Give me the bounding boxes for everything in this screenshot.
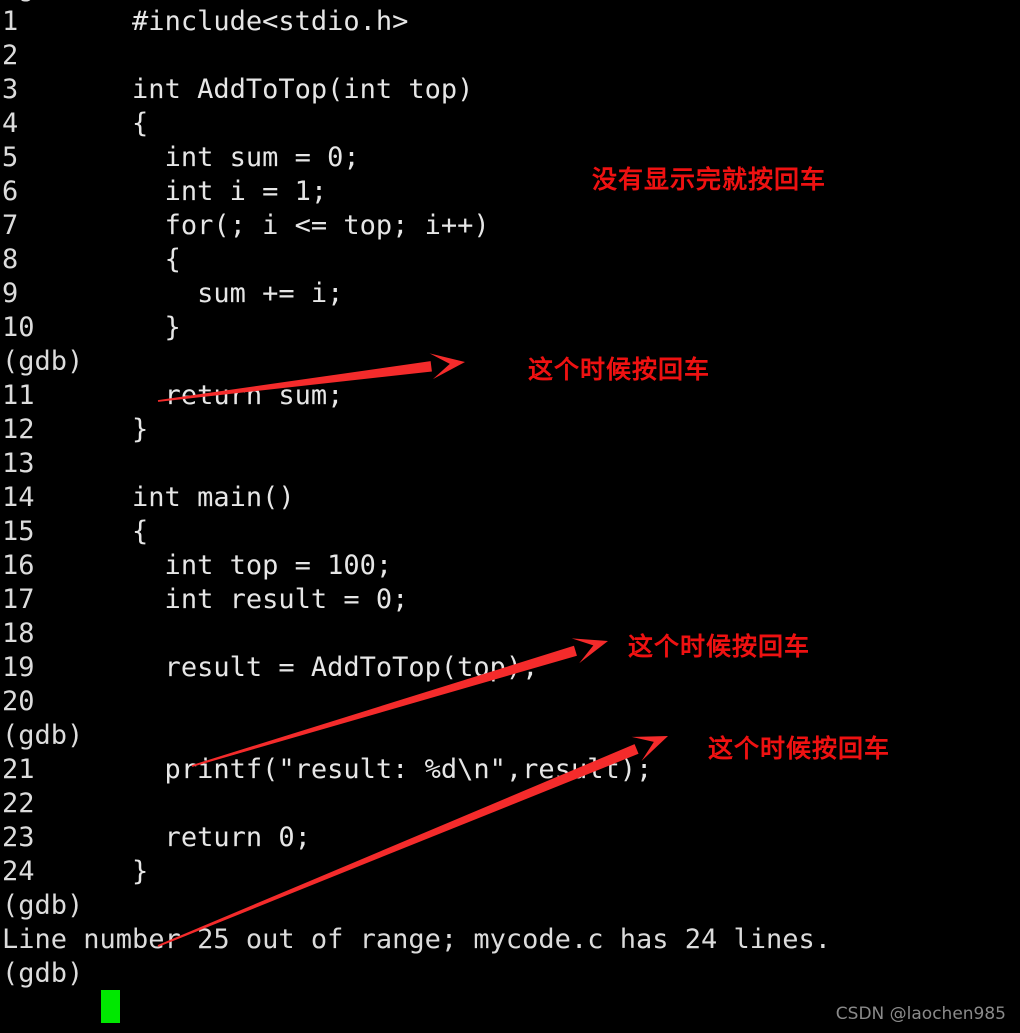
source-code-text: int main() — [34, 482, 295, 513]
source-code-text: sum += i; — [18, 278, 344, 309]
source-code-text: l 0 — [83, 0, 149, 3]
source-code-text: printf("result: %d\n",result); — [34, 754, 653, 785]
terminal-line: 15 { — [2, 515, 148, 549]
terminal-line: 3 int AddToTop(int top) — [2, 73, 473, 107]
line-number: (gdb) — [2, 346, 84, 377]
terminal-line: Line number 25 out of range; mycode.c ha… — [2, 923, 831, 957]
terminal-line: 12 } — [2, 413, 148, 447]
line-number: 2 — [2, 40, 19, 71]
terminal-line: (gdb) — [2, 889, 83, 923]
terminal-line: (gdb) — [2, 719, 83, 753]
terminal-line: 8 { — [2, 243, 181, 277]
line-number: 16 — [2, 550, 35, 581]
line-number: 22 — [2, 788, 35, 819]
terminal-output[interactable]: (gdb) l 01 #include<stdio.h>23 int AddTo… — [0, 0, 1020, 1033]
line-number: 23 — [2, 822, 35, 853]
terminal-line: 24 } — [2, 855, 148, 889]
terminal-cursor — [101, 990, 120, 1023]
line-number: 15 — [2, 516, 35, 547]
line-number: 10 — [2, 312, 35, 343]
line-number: 9 — [2, 278, 19, 309]
terminal-line: 17 int result = 0; — [2, 583, 408, 617]
line-number: 17 — [2, 584, 35, 615]
csdn-watermark: CSDN @laochen985 — [835, 1004, 1006, 1024]
annotation-note: 这个时候按回车 — [628, 632, 811, 661]
terminal-line: 4 { — [2, 107, 148, 141]
source-code-text: { — [34, 516, 149, 547]
annotation-note: 这个时候按回车 — [708, 734, 891, 763]
terminal-line: 20 — [2, 685, 35, 719]
source-code-text: #include<stdio.h> — [18, 6, 409, 37]
source-code-text: { — [18, 244, 181, 275]
terminal-line: 14 int main() — [2, 481, 295, 515]
source-code-text: return sum; — [34, 380, 344, 411]
line-number: 3 — [2, 74, 19, 105]
terminal-line: (gdb) — [2, 957, 83, 991]
line-number: 21 — [2, 754, 35, 785]
line-number: 19 — [2, 652, 35, 683]
source-code-text: return 0; — [34, 822, 311, 853]
line-number: 14 — [2, 482, 35, 513]
source-code-text: int AddToTop(int top) — [18, 74, 474, 105]
annotation-note: 没有显示完就按回车 — [592, 165, 827, 194]
annotation-note: 这个时候按回车 — [528, 355, 711, 384]
line-number: 12 — [2, 414, 35, 445]
terminal-line: 10 } — [2, 311, 181, 345]
source-code-text: int result = 0; — [34, 584, 409, 615]
source-code-text: } — [34, 312, 181, 343]
line-number: 1 — [2, 6, 19, 37]
source-code-text: } — [34, 856, 149, 887]
terminal-line: 23 return 0; — [2, 821, 311, 855]
line-number: 11 — [2, 380, 35, 411]
source-code-text: } — [34, 414, 149, 445]
source-code-text: for(; i <= top; i++) — [18, 210, 490, 241]
line-number: (gdb) — [2, 720, 84, 751]
line-number: Line number 25 out of range; mycode.c ha… — [2, 924, 832, 955]
terminal-line: (gdb) — [2, 345, 83, 379]
terminal-line: 1 #include<stdio.h> — [2, 5, 408, 39]
terminal-line: 18 — [2, 617, 35, 651]
line-number: 24 — [2, 856, 35, 887]
line-number: (gdb) — [2, 958, 84, 989]
terminal-line: 2 — [2, 39, 18, 73]
line-number: 18 — [2, 618, 35, 649]
line-number: 8 — [2, 244, 19, 275]
terminal-line: 22 — [2, 787, 35, 821]
terminal-line: 7 for(; i <= top; i++) — [2, 209, 490, 243]
line-number: (gdb) — [2, 0, 83, 3]
terminal-line: 19 result = AddToTop(top); — [2, 651, 538, 685]
line-number: 4 — [2, 108, 19, 139]
line-number: 5 — [2, 142, 19, 173]
source-code-text: int i = 1; — [18, 176, 328, 207]
source-code-text: int top = 100; — [34, 550, 393, 581]
source-code-text: { — [18, 108, 149, 139]
source-code-text: int sum = 0; — [18, 142, 360, 173]
terminal-line: 16 int top = 100; — [2, 549, 392, 583]
line-number: (gdb) — [2, 890, 84, 921]
terminal-line: 5 int sum = 0; — [2, 141, 360, 175]
line-number: 7 — [2, 210, 19, 241]
terminal-line: 11 return sum; — [2, 379, 343, 413]
line-number: 6 — [2, 176, 19, 207]
terminal-line: 9 sum += i; — [2, 277, 343, 311]
line-number: 20 — [2, 686, 35, 717]
line-number: 13 — [2, 448, 35, 479]
terminal-line: 21 printf("result: %d\n",result); — [2, 753, 652, 787]
gdb-terminal-screenshot: (gdb) l 01 #include<stdio.h>23 int AddTo… — [0, 0, 1020, 1033]
source-code-text: result = AddToTop(top); — [34, 652, 539, 683]
terminal-line: 13 — [2, 447, 35, 481]
terminal-line: 6 int i = 1; — [2, 175, 327, 209]
